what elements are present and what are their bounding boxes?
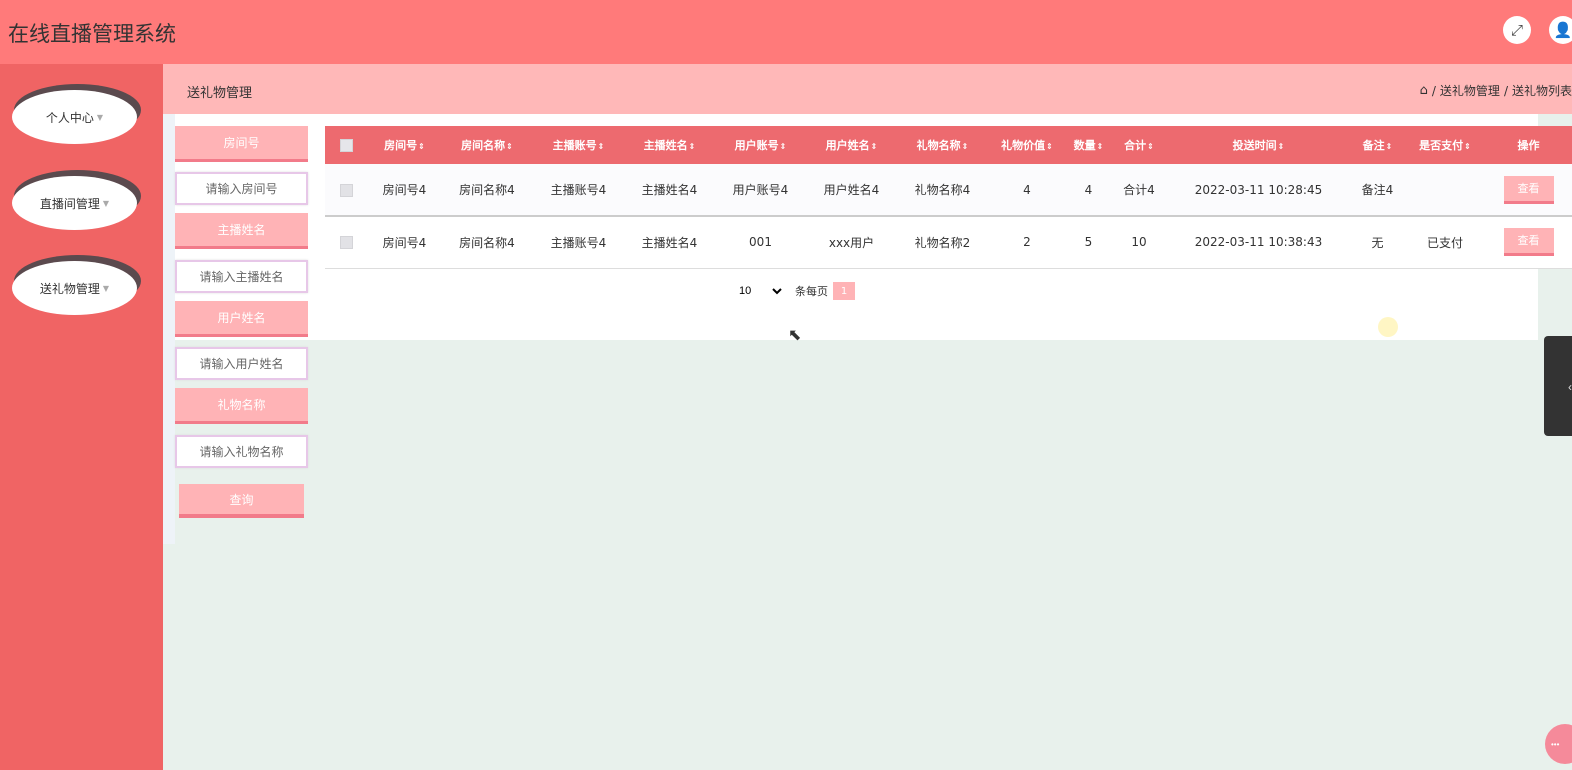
column-header[interactable]: 主播姓名⇕: [624, 126, 715, 164]
user-icon[interactable]: 👤: [1549, 16, 1572, 44]
decoration-dot: [1378, 317, 1398, 337]
column-header[interactable]: 房间名称⇕: [441, 126, 533, 164]
table-header-row: 房间号⇕ 房间名称⇕ 主播账号⇕ 主播姓名⇕ 用户账号⇕ 用户姓名⇕ 礼物名称⇕…: [325, 126, 1572, 164]
column-header[interactable]: 备注⇕: [1350, 126, 1405, 164]
breadcrumb: ⌂ / 送礼物管理 / 送礼物列表: [1419, 82, 1572, 99]
sort-icon: ⇕: [597, 142, 605, 151]
sort-icon: ⇕: [779, 142, 787, 151]
sort-icon: ⇕: [418, 142, 425, 151]
chevron-left-icon: ‹: [1568, 380, 1572, 394]
select-all-checkbox[interactable]: [340, 138, 353, 152]
chevron-down-icon: ▼: [96, 112, 104, 122]
column-header[interactable]: 礼物名称⇕: [897, 126, 988, 164]
mouse-cursor-icon: ⬉: [788, 327, 802, 344]
sort-icon: ⇕: [1464, 142, 1471, 151]
column-header[interactable]: 投送时间⇕: [1167, 126, 1350, 164]
breadcrumb-bar: 送礼物管理 ⌂ / 送礼物管理 / 送礼物列表: [163, 64, 1572, 114]
sort-icon: ⇕: [1277, 142, 1285, 151]
per-page-label: 条每页: [795, 285, 828, 298]
user-name-label: 用户姓名: [175, 301, 308, 337]
room-no-label: 房间号: [175, 126, 308, 162]
column-header[interactable]: 数量⇕: [1066, 126, 1111, 164]
sort-icon: ⇕: [1046, 142, 1053, 151]
gift-table: 房间号⇕ 房间名称⇕ 主播账号⇕ 主播姓名⇕ 用户账号⇕ 用户姓名⇕ 礼物名称⇕…: [325, 126, 1572, 269]
column-header[interactable]: 用户账号⇕: [715, 126, 806, 164]
top-header: 在线直播管理系统 ⤢ 👤: [0, 0, 1572, 64]
sidebar-item-label: 个人中心: [45, 110, 94, 125]
sidebar-item-label: 直播间管理: [39, 196, 100, 211]
column-header[interactable]: 用户姓名⇕: [806, 126, 897, 164]
sidebar-item-live-room[interactable]: 直播间管理 ▼: [12, 170, 141, 230]
pagination: 10 条每页 1: [735, 282, 855, 300]
query-button[interactable]: 查询: [179, 484, 304, 518]
room-no-input[interactable]: [175, 172, 308, 205]
sort-icon: ⇕: [1147, 142, 1154, 151]
chat-bubble-icon[interactable]: •••: [1545, 724, 1572, 764]
sort-icon: ⇕: [961, 142, 969, 151]
view-button[interactable]: 查看: [1503, 228, 1554, 257]
table-row[interactable]: 房间号4 房间名称4 主播账号4 主播姓名4 001 xxx用户 礼物名称2 2…: [325, 216, 1572, 268]
sort-icon: ⇕: [1385, 142, 1393, 151]
view-button[interactable]: 查看: [1503, 175, 1554, 204]
content-divider: [163, 114, 175, 544]
chevron-down-icon: ▼: [102, 283, 110, 293]
column-header[interactable]: 是否支付⇕: [1405, 126, 1485, 164]
sidebar-item-personal-center[interactable]: 个人中心 ▼: [12, 84, 141, 144]
sidebar-item-label: 送礼物管理: [39, 281, 100, 296]
column-header[interactable]: 房间号⇕: [368, 126, 441, 164]
column-header[interactable]: 合计⇕: [1111, 126, 1167, 164]
side-drawer-tab[interactable]: ‹: [1544, 336, 1572, 436]
chevron-down-icon: ▼: [102, 198, 110, 208]
sidebar-item-gift[interactable]: 送礼物管理 ▼: [12, 255, 141, 315]
breadcrumb-item: 送礼物列表: [1511, 84, 1572, 98]
sort-icon: ⇕: [870, 142, 878, 151]
sort-icon: ⇕: [506, 142, 513, 151]
app-title: 在线直播管理系统: [8, 22, 176, 46]
page-size-select[interactable]: 10: [735, 282, 785, 300]
sort-icon: ⇕: [688, 142, 696, 151]
user-name-input[interactable]: [175, 347, 308, 380]
expand-icon[interactable]: ⤢: [1503, 16, 1531, 44]
row-checkbox[interactable]: [340, 236, 353, 250]
page-number-button[interactable]: 1: [833, 282, 855, 300]
gift-name-input[interactable]: [175, 435, 308, 468]
gift-name-label: 礼物名称: [175, 388, 308, 424]
table-row[interactable]: 房间号4 房间名称4 主播账号4 主播姓名4 用户账号4 用户姓名4 礼物名称4…: [325, 164, 1572, 216]
column-header[interactable]: 礼物价值⇕: [988, 126, 1066, 164]
breadcrumb-item[interactable]: 送礼物管理: [1440, 82, 1500, 99]
anchor-name-input[interactable]: [175, 260, 308, 293]
row-checkbox[interactable]: [340, 183, 353, 197]
home-icon[interactable]: ⌂: [1420, 83, 1428, 98]
sidebar: 个人中心 ▼ 直播间管理 ▼ 送礼物管理 ▼: [0, 64, 163, 770]
column-header[interactable]: 主播账号⇕: [533, 126, 624, 164]
page-title: 送礼物管理: [187, 86, 253, 101]
sort-icon: ⇕: [1096, 142, 1104, 151]
anchor-name-label: 主播姓名: [175, 213, 308, 249]
column-header: 操作: [1517, 139, 1540, 152]
